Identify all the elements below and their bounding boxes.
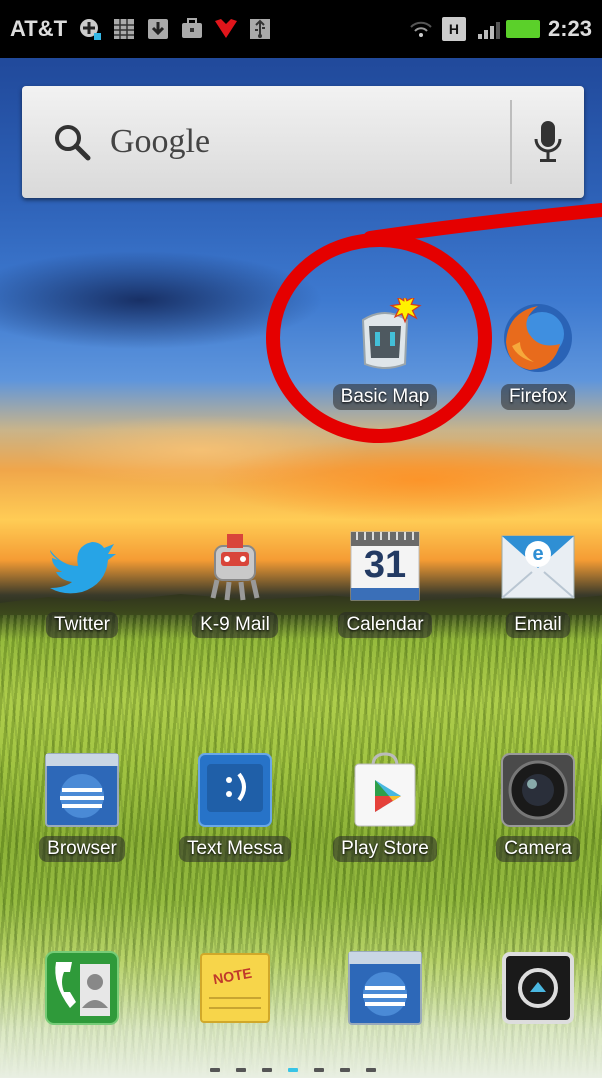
wifi-icon <box>408 17 434 41</box>
calendar-date: 31 <box>363 544 407 586</box>
search-widget-label: Google <box>110 123 211 160</box>
microphone-icon <box>534 121 562 162</box>
app-label: Email <box>506 612 570 638</box>
dock-phone[interactable] <box>22 948 142 1028</box>
dock-app-drawer[interactable] <box>478 948 598 1028</box>
app-label: Twitter <box>46 612 118 638</box>
firefox-icon <box>498 298 578 378</box>
app-basic-map[interactable]: Basic Map <box>325 293 445 414</box>
svg-text:e: e <box>532 543 543 565</box>
battery-icon <box>505 20 540 38</box>
browser-icon <box>42 750 122 830</box>
page-dot <box>314 1068 324 1072</box>
app-label: Play Store <box>333 836 437 862</box>
app-email[interactable]: e Email <box>478 526 598 642</box>
android-app-icon <box>345 293 425 378</box>
app-drawer-icon <box>498 948 578 1028</box>
page-dot-active <box>288 1068 298 1072</box>
status-bar[interactable]: AT&T H 2:23 <box>0 0 602 58</box>
page-dot <box>340 1068 350 1072</box>
dock-note[interactable]: NOTE <box>175 948 295 1028</box>
download-notification-icon <box>145 17 171 41</box>
twitter-icon <box>42 526 122 606</box>
app-text-messaging[interactable]: Text Messa <box>175 750 295 866</box>
app-browser[interactable]: Browser <box>22 750 142 866</box>
briefcase-notification-icon <box>179 17 205 41</box>
plus-notification-icon <box>77 17 103 41</box>
text-message-icon <box>195 750 275 830</box>
search-icon[interactable] <box>52 122 92 162</box>
usb-notification-icon <box>247 17 273 41</box>
play-store-icon <box>345 750 425 830</box>
page-indicator <box>210 1068 376 1072</box>
app-twitter[interactable]: Twitter <box>22 526 142 642</box>
page-dot <box>210 1068 220 1072</box>
app-calendar[interactable]: 31 Calendar <box>325 526 445 642</box>
heart-notification-icon <box>213 17 239 41</box>
app-play-store[interactable]: Play Store <box>325 750 445 866</box>
browser-icon <box>345 948 425 1028</box>
app-label: Firefox <box>500 384 576 410</box>
signal-icon <box>477 19 500 39</box>
voice-search-button[interactable] <box>512 86 584 198</box>
app-label: Text Messa <box>178 836 292 862</box>
calendar-icon: 31 <box>345 526 425 606</box>
page-dot <box>366 1068 376 1072</box>
google-search-widget[interactable]: Google <box>22 86 584 198</box>
dock-browser[interactable] <box>325 948 445 1028</box>
network-badge: H <box>448 21 460 37</box>
camera-icon <box>498 750 578 830</box>
calendar-notification-icon <box>111 17 137 41</box>
status-clock: 2:23 <box>547 16 592 41</box>
app-label: Calendar <box>338 612 432 638</box>
phone-dialer-icon <box>42 948 122 1028</box>
email-icon: e <box>498 526 578 606</box>
app-camera[interactable]: Camera <box>478 750 598 866</box>
app-label: Camera <box>496 836 580 862</box>
app-k9-mail[interactable]: K-9 Mail <box>175 526 295 642</box>
note-icon: NOTE <box>195 948 275 1028</box>
hspa-icon: H <box>441 17 466 41</box>
carrier-name: AT&T <box>10 16 68 41</box>
page-dot <box>262 1068 272 1072</box>
app-label: Basic Map <box>332 384 438 410</box>
app-label: K-9 Mail <box>192 612 278 638</box>
app-firefox[interactable]: Firefox <box>478 298 598 414</box>
k9-mail-icon <box>195 526 275 606</box>
page-dot <box>236 1068 246 1072</box>
app-label: Browser <box>39 836 125 862</box>
